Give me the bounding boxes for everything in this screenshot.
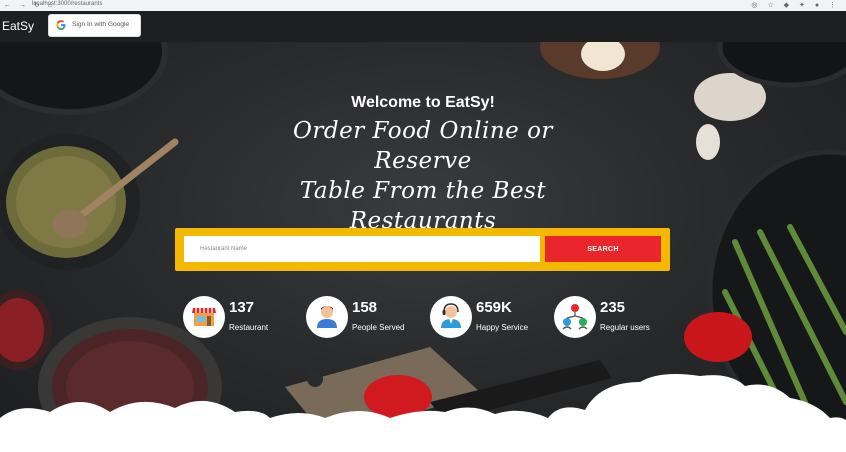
tagline-line: Table From the Best	[299, 178, 547, 204]
support-agent-icon	[430, 296, 472, 338]
stat-restaurants: 137 Restaurant	[183, 294, 283, 338]
stat-label: People Served	[352, 323, 405, 332]
stat-number: 235	[600, 299, 626, 316]
stat-regular-users: 235 Regular users	[554, 294, 664, 338]
stat-number: 659K	[476, 299, 512, 316]
hero-tagline: Order Food Online or Reserve Table From …	[250, 116, 596, 236]
person-icon	[306, 296, 348, 338]
google-signin-label: Sign In with Google	[72, 21, 130, 28]
stat-label: Regular users	[600, 323, 650, 332]
app-header: EatSy Sign In with Google	[0, 11, 846, 42]
stat-label: Happy Service	[476, 323, 529, 332]
welcome-heading: Welcome to EatSy!	[351, 94, 495, 111]
stat-happy-service: 659K Happy Service	[430, 294, 540, 338]
address-bar[interactable]: localhost:3000/restaurants	[32, 1, 102, 7]
stat-people-served: 158 People Served	[306, 294, 416, 338]
stat-number: 158	[352, 299, 378, 316]
hero-section: Welcome to EatSy! Order Food Online or R…	[0, 42, 846, 452]
search-panel: SEARCH	[175, 228, 670, 271]
google-icon	[56, 20, 66, 30]
brand-logo[interactable]: EatSy	[2, 19, 34, 33]
tagline-line: Order Food Online or Reserve	[293, 118, 553, 174]
extension-icons[interactable]: ◎ ☆ ◆ ✦ ● ⋮	[751, 1, 840, 9]
google-signin-button[interactable]: Sign In with Google	[49, 15, 140, 36]
cloud-divider	[0, 374, 846, 452]
stat-number: 137	[229, 299, 255, 316]
users-network-icon	[554, 296, 596, 338]
restaurant-search-input[interactable]	[184, 236, 540, 262]
stat-label: Restaurant	[229, 323, 269, 332]
storefront-icon	[183, 296, 225, 338]
search-button[interactable]: SEARCH	[545, 236, 661, 262]
